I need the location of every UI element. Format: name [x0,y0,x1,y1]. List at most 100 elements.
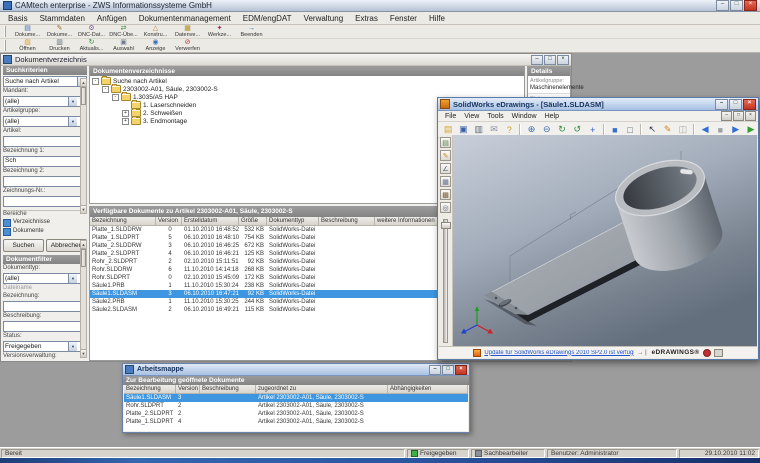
menu-item-5[interactable]: Verwaltung [298,14,350,23]
tree-node[interactable]: - Suche nach Artikel [90,76,524,85]
menu-item-2[interactable]: Anfügen [91,14,133,23]
menu-item-7[interactable]: Fenster [384,14,423,23]
scroll-down-icon[interactable]: ▼ [81,349,86,357]
mdi-minimize-button[interactable]: – [721,111,732,121]
column-header-1[interactable]: Version [176,385,200,394]
scroll-thumb[interactable] [81,87,86,105]
edrawings-maximize-button[interactable]: □ [729,98,742,110]
column-header-3[interactable]: Größe [239,217,267,226]
column-header-5[interactable]: Beschreibung [319,217,375,226]
edrawings-close-button[interactable]: × [743,98,756,110]
tree-node[interactable]: - 2303002-A01, Säule, 2303002-S [90,84,524,93]
status-select[interactable]: Freigegeben ▼ [3,341,87,352]
workbook-row[interactable]: Säule1.SLDASM 3 Artikel 2303002-A01, Säule… [124,394,468,402]
app-close-button[interactable]: × [744,0,757,11]
tree-expander-icon[interactable]: + [122,117,129,125]
column-header-2[interactable]: Beschreibung [200,385,256,394]
scroll-thumb[interactable] [81,249,86,267]
menu-item-3[interactable]: Dokumentenmanagement [133,14,237,23]
column-header-1[interactable]: Version [156,217,182,226]
tree-expander-icon[interactable]: - [92,77,99,85]
column-header-4[interactable]: Abhängigkeiten [388,385,468,394]
dnc-uebertragung-button[interactable]: ⇄ DNC-Übe... [108,25,139,38]
dnc-daten-button[interactable]: ⚙ DNC-Dat... [76,25,107,38]
artikel-input[interactable] [3,136,87,147]
edrawings-viewport[interactable] [453,135,757,347]
column-header-3[interactable]: zugeordnet zu [256,385,388,394]
filter-scrollbar[interactable]: ▲ ▼ [80,240,87,358]
bereich-dokumente-checkbox[interactable]: Dokumente [3,228,87,236]
beschreibung-input[interactable] [3,321,87,332]
bereich-verzeichnisse-checkbox[interactable]: Verzeichnisse [3,219,87,227]
column-header-0[interactable]: Bezeichnung [90,217,156,226]
drucken-button[interactable]: ▥ Drucken [44,39,75,52]
toolbar-grip[interactable] [4,40,9,51]
bezeichnung1-input[interactable]: Sch [3,156,87,167]
column-header-4[interactable]: Dokumenttyp [267,217,319,226]
bezeichnung2-input[interactable] [3,176,87,187]
app-minimize-button[interactable]: – [716,0,729,11]
zeichnungsnr-input[interactable] [3,196,87,207]
column-header-2[interactable]: Erstelldatum [182,217,239,226]
mass-properties-icon[interactable]: ▩ [440,189,451,200]
edrawings-menu-help[interactable]: Help [541,113,563,120]
options-icon[interactable]: ◎ [440,202,451,213]
workbook-row[interactable]: Platte_1.SLDPRT 4 Artikel 2303002-A01, Säu… [124,418,468,426]
markup-icon[interactable]: ✎ [440,150,451,161]
tree-expander-icon[interactable]: - [102,85,109,93]
slider-thumb[interactable] [441,222,451,229]
scroll-up-icon[interactable]: ▲ [81,241,86,249]
mandant-select[interactable]: (alle) ▼ [3,96,87,107]
menu-item-1[interactable]: Stammdaten [34,14,91,23]
dokument-neu-button[interactable]: ✎ Dokume... [44,25,75,38]
workbook-maximize-button[interactable]: □ [442,364,454,375]
datenverwaltung-button[interactable]: ▦ Datenve... [172,25,203,38]
edrawings-menu-file[interactable]: File [441,113,460,120]
menu-item-8[interactable]: Hilfe [423,14,451,23]
measure-icon[interactable]: ∠ [440,163,451,174]
tree-expander-icon[interactable]: + [122,109,129,117]
components-icon[interactable]: ▤ [440,137,451,148]
edrawings-minimize-button[interactable]: – [715,98,728,110]
search-by-select[interactable]: Suche nach Artikel▼ [3,76,87,87]
scroll-up-icon[interactable]: ▲ [81,79,86,87]
edrawings-zoom-slider[interactable] [441,219,451,343]
update-link[interactable]: Update für SolidWorks eDrawings 2010 SP2… [484,350,634,356]
app-maximize-button[interactable]: □ [730,0,743,11]
anzeige-button[interactable]: ◉ Anzeige [140,39,171,52]
mdi-close-button[interactable]: × [745,111,756,121]
filter-bezeichnung-input[interactable] [3,301,87,312]
werkzeuge-button[interactable]: ✦ Werkze... [204,25,235,38]
toolbar-grip[interactable] [4,26,9,37]
edrawings-menu-view[interactable]: View [460,113,483,120]
search-scrollbar[interactable]: ▲ ▼ [80,78,87,214]
windows-taskbar[interactable] [0,458,760,463]
suchen-button[interactable]: Suchen [3,239,44,252]
edrawings-menu-tools[interactable]: Tools [483,113,507,120]
dokumenttyp-select[interactable]: (alle) ▼ [3,273,87,284]
workbook-minimize-button[interactable]: – [429,364,441,375]
doc-maximize-button[interactable]: □ [544,54,556,65]
menu-item-6[interactable]: Extras [349,14,384,23]
workbook-row[interactable]: Rohr.SLDPRT 2 Artikel 2303002-A01, Säule, … [124,402,468,410]
mdi-restore-button[interactable]: □ [733,111,744,121]
workbook-close-button[interactable]: × [455,364,467,375]
doc-close-button[interactable]: × [557,54,569,65]
beenden-button[interactable]: → Beenden [236,25,267,38]
tree-expander-icon[interactable]: - [112,93,119,101]
artikelgruppe-select[interactable]: (alle) ▼ [3,116,87,127]
menu-item-4[interactable]: EDM/engDAT [237,14,298,23]
konstruktion-button[interactable]: △ Konstru... [140,25,171,38]
menu-item-0[interactable]: Basis [2,14,34,23]
doc-minimize-button[interactable]: – [531,54,543,65]
auswahl-button[interactable]: ▣ Auswahl [108,39,139,52]
scroll-down-icon[interactable]: ▼ [81,205,86,213]
edrawings-menu-window[interactable]: Window [508,113,541,120]
oeffnen-button[interactable]: ▨ Öffnen [12,39,43,52]
verwerfen-button[interactable]: ⊘ Verwerfen [172,39,203,52]
aktualisieren-button[interactable]: ↻ Aktualis... [76,39,107,52]
column-header-0[interactable]: Bezeichnung [124,385,176,394]
dokumente-suchen-button[interactable]: ▤ Dokume... [12,25,43,38]
stamp-icon[interactable]: ▦ [440,176,451,187]
workbook-row[interactable]: Platte_2.SLDPRT 2 Artikel 2303002-A01, Säu… [124,410,468,418]
